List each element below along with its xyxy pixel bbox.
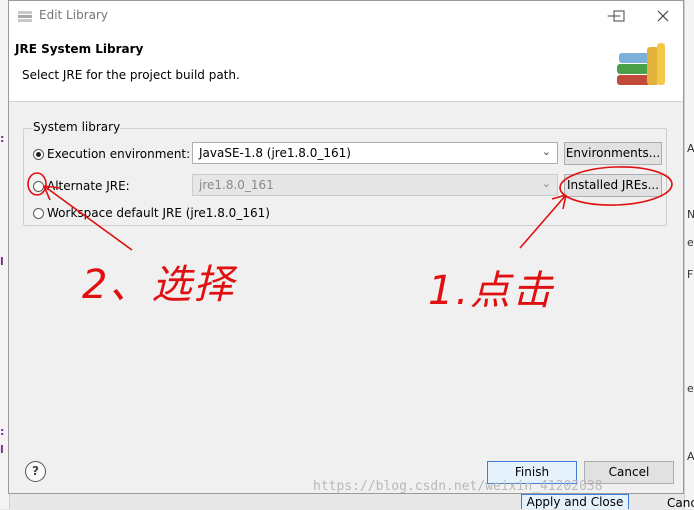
bg-fragment: e: [687, 236, 694, 249]
help-button[interactable]: ?: [25, 461, 46, 482]
close-icon: [657, 10, 669, 22]
background-editor-right: A N e F e A: [684, 0, 694, 509]
bg-fragment: e: [687, 382, 694, 395]
library-books-icon: [617, 43, 665, 85]
apply-and-close-button[interactable]: Apply and Close: [521, 494, 629, 509]
window-title: Edit Library: [39, 8, 109, 22]
background-cancel-button[interactable]: Canc: [667, 496, 694, 510]
chevron-down-icon: ⌄: [541, 145, 551, 158]
bg-fragment: l: [0, 255, 4, 268]
bg-fragment: F: [687, 268, 694, 281]
alternate-jre-label: Alternate JRE:: [47, 179, 130, 193]
maximize-button[interactable]: [599, 5, 639, 27]
header-title: JRE System Library: [15, 42, 144, 56]
bg-fragment: A: [687, 142, 694, 155]
combo-value: JavaSE-1.8 (jre1.8.0_161): [199, 146, 351, 160]
installed-jres-button[interactable]: Installed JREs...: [564, 174, 662, 197]
eclipse-library-icon: [18, 11, 32, 22]
annotation-text-left: 2、选择: [82, 262, 236, 308]
dialog-header: JRE System Library Select JRE for the pr…: [9, 31, 683, 102]
bg-fragment: N: [687, 208, 694, 221]
group-legend: System library: [33, 120, 121, 134]
workspace-default-jre-radio[interactable]: [33, 208, 44, 219]
edit-library-dialog: Edit Library — JRE System Library Select…: [8, 0, 684, 494]
environments-button[interactable]: Environments...: [564, 142, 662, 165]
maximize-icon: [613, 10, 625, 22]
bg-fragment: :: [0, 425, 5, 438]
header-subtitle: Select JRE for the project build path.: [22, 68, 240, 82]
workspace-default-jre-label: Workspace default JRE (jre1.8.0_161): [47, 206, 270, 220]
alternate-jre-combo[interactable]: jre1.8.0_161 ⌄: [192, 174, 558, 196]
bg-fragment: A: [687, 450, 694, 463]
title-bar[interactable]: Edit Library —: [9, 1, 683, 31]
chevron-down-icon: ⌄: [541, 177, 551, 190]
alternate-jre-radio[interactable]: [33, 181, 44, 192]
bg-fragment: :: [0, 132, 5, 145]
execution-environment-combo[interactable]: JavaSE-1.8 (jre1.8.0_161) ⌄: [192, 142, 558, 164]
close-button[interactable]: [643, 5, 683, 27]
bg-fragment: l: [0, 443, 4, 456]
watermark-text: https://blog.csdn.net/weixin_41202038: [313, 479, 603, 494]
execution-environment-label: Execution environment:: [47, 147, 191, 161]
execution-environment-radio[interactable]: [33, 149, 44, 160]
annotation-text-right: 1.点击: [428, 268, 555, 314]
combo-value: jre1.8.0_161: [199, 178, 274, 192]
